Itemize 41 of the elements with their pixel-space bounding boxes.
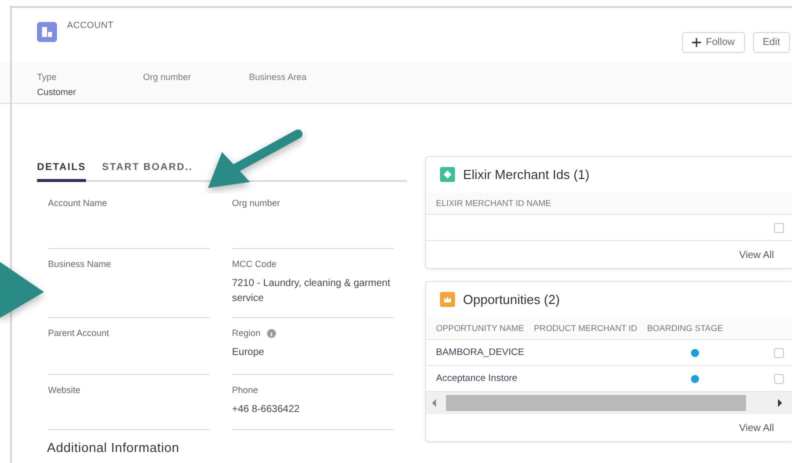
crown-icon [440,292,455,307]
stage-dot [691,348,699,356]
stage-dot [691,374,699,382]
column-header: OPPORTUNITY NAME [436,323,524,333]
row-name[interactable]: Acceptance Instore [436,373,626,384]
highlight-label: Business Area [249,72,308,82]
card-title: Elixir Merchant Ids (1) [463,167,590,182]
field-label: Account Name [48,198,108,208]
field-label: Region [232,328,261,338]
field-value: Europe [232,346,266,360]
highlight-label: Org number [143,72,192,82]
column-header: PRODUCT MERCHANT ID [534,323,638,333]
follow-button[interactable]: Follow [682,32,745,53]
field-label: Org number [232,198,280,208]
view-all-link[interactable]: View All [733,249,780,262]
horizontal-scrollbar[interactable] [426,392,792,414]
row-menu-button[interactable] [774,374,784,384]
tab[interactable]: DETAILS [37,162,86,182]
field-label: Website [48,385,80,395]
highlight-value: Customer [37,87,78,97]
column-header: BOARDING STAGE [647,323,724,333]
field-label: Parent Account [48,328,110,338]
field-label: Business Name [48,259,112,269]
field-value: 7210 - Laundry, cleaning & garment service [232,277,392,306]
field-label: MCC Code [232,259,277,269]
annotation-arrow [0,262,44,318]
column-header: ELIXIR MERCHANT ID NAME [436,198,552,208]
row-menu-button[interactable] [774,222,784,232]
field-label: Phone [232,385,258,395]
tab[interactable]: START BOARD.. [102,162,193,182]
edit-button[interactable]: Edit [752,32,790,53]
row-menu-button[interactable] [774,348,784,358]
section-title: Additional Information [47,440,180,455]
field-value: +46 8-6636422 [232,403,301,417]
row-name[interactable]: BAMBORA_DEVICE [436,347,626,358]
object-label: ACCOUNT [67,20,114,30]
view-all-link[interactable]: View All [733,422,780,435]
account-icon [37,22,57,42]
card-title: Opportunities (2) [463,292,560,307]
highlight-label: Type [37,72,58,82]
plus-icon [692,38,701,47]
